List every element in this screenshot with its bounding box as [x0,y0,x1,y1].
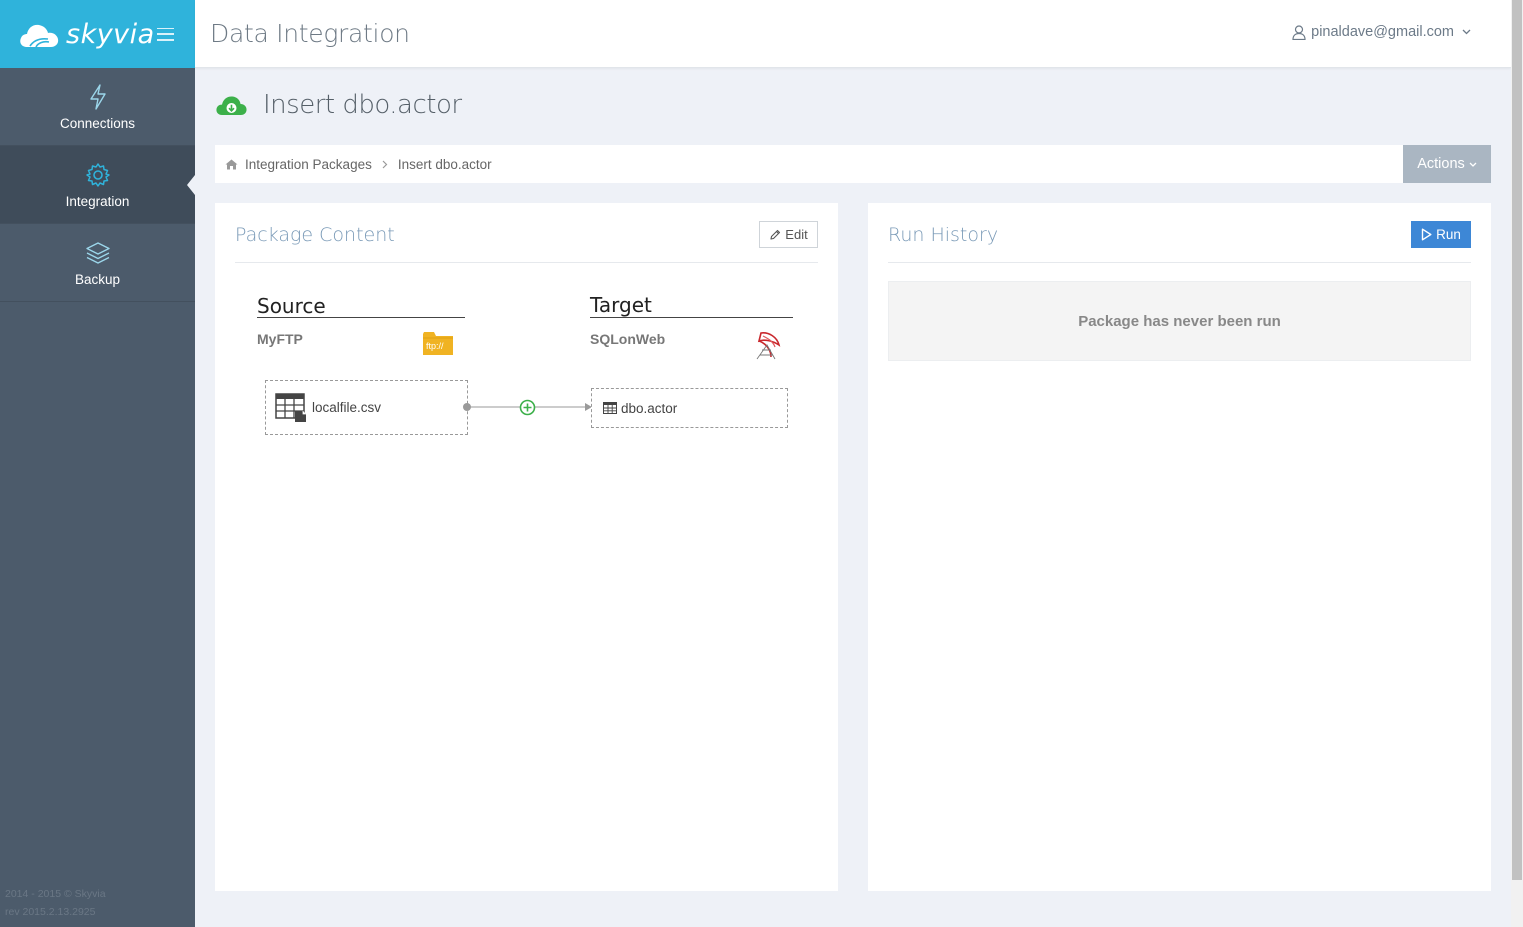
source-connection-name: MyFTP [257,331,303,347]
target-object-node[interactable]: dbo.actor [591,388,788,428]
edit-button[interactable]: Edit [759,221,818,248]
brand-bar: skyvia [0,0,195,68]
layers-icon [85,238,111,268]
target-object-label: dbo.actor [621,400,678,416]
breadcrumb-integration-packages[interactable]: Integration Packages [245,157,372,172]
chevron-down-icon [1462,29,1471,35]
run-history-panel: Run History Run Package has never been r… [868,203,1491,891]
brand-name: skyvia [66,18,155,50]
section-title: Data Integration [210,19,410,48]
sidebar-item-label: Integration [65,194,130,209]
breadcrumb: Integration Packages Insert dbo.actor Ac… [215,145,1491,183]
revision-text: rev 2015.2.13.2925 [5,906,96,918]
sidebar-item-connections[interactable]: Connections [0,68,195,146]
run-history-title: Run History [888,224,999,246]
sidebar-item-label: Connections [59,116,136,131]
top-bar: Data Integration pinaldave@gmail.com [195,0,1511,68]
scrollbar-thumb[interactable] [1512,0,1522,880]
vertical-scrollbar[interactable] [1511,0,1523,927]
empty-run-history: Package has never been run [888,281,1471,361]
target-heading: Target [590,293,652,317]
actions-button[interactable]: Actions [1403,145,1491,183]
play-icon [1421,228,1432,241]
sidebar-item-label: Backup [74,272,121,287]
chevron-right-icon [382,160,388,168]
table-icon [603,402,617,414]
breadcrumb-current: Insert dbo.actor [397,156,492,172]
page-title: Insert dbo.actor [263,90,462,120]
package-content-title: Package Content [235,224,395,246]
pencil-icon [770,229,781,240]
target-divider [590,317,793,318]
menu-toggle-icon[interactable] [157,27,174,41]
copyright-text: 2014 - 2015 © Skyvia [5,888,106,900]
sql-server-icon [756,332,781,360]
run-button[interactable]: Run [1411,221,1471,248]
add-mapping-icon[interactable] [519,399,536,416]
chevron-down-icon [1469,162,1477,167]
source-object-label: localfile.csv [312,400,382,415]
edit-label: Edit [785,227,808,242]
user-email: pinaldave@gmail.com [1311,24,1454,40]
sidebar-footer: 2014 - 2015 © Skyvia rev 2015.2.13.2925 [5,885,106,921]
run-history-header: Run History Run [888,203,1471,263]
source-heading: Source [257,294,326,318]
cloud-download-icon [216,96,247,115]
actions-label: Actions [1417,156,1465,172]
home-icon[interactable] [225,159,238,170]
sidebar: skyvia Connections Integration Backup 20… [0,0,195,927]
csv-file-icon [275,392,306,422]
sidebar-item-backup[interactable]: Backup [0,224,195,302]
gear-icon [85,160,111,190]
sidebar-item-integration[interactable]: Integration [0,146,195,224]
user-menu[interactable]: pinaldave@gmail.com [1292,24,1476,40]
lightning-icon [89,82,107,112]
source-divider [257,317,465,318]
page-header: Insert dbo.actor [215,90,462,120]
package-content-header: Package Content Edit [235,203,818,263]
user-icon [1292,24,1306,40]
package-content-panel: Package Content Edit Source MyFTP ftp://… [215,203,838,891]
ftp-badge-label: ftp:// [426,341,444,351]
run-label: Run [1436,227,1461,242]
cloud-logo-icon [18,20,60,48]
source-object-node[interactable]: localfile.csv [265,380,468,435]
ftp-folder-icon: ftp:// [422,330,454,361]
target-connection-name: SQLonWeb [590,331,666,347]
